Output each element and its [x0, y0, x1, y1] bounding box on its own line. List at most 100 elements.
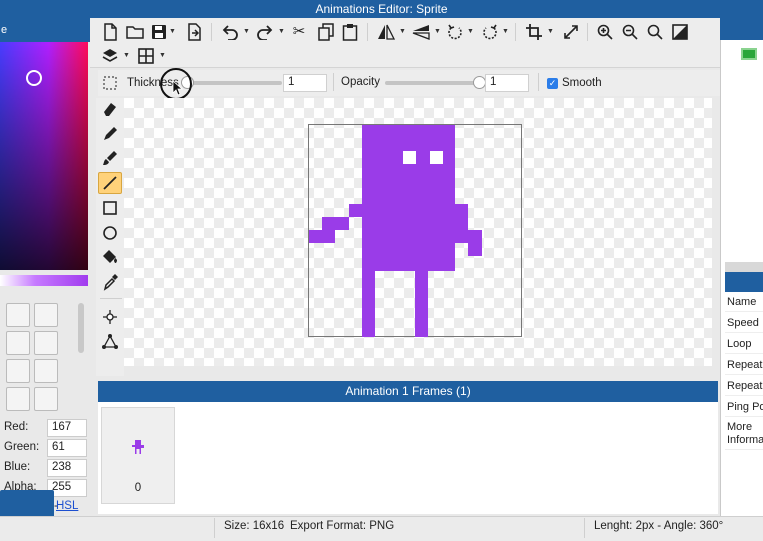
- window-title: Animations Editor: Sprite: [315, 2, 448, 16]
- toolbar-separator: [587, 23, 588, 41]
- property-name[interactable]: Name: [725, 292, 763, 312]
- opacity-field[interactable]: 1: [485, 74, 529, 92]
- property-loop[interactable]: Loop: [725, 334, 763, 354]
- property-more-information[interactable]: More Informa: [725, 418, 763, 450]
- status-export-format: Export Format: PNG: [290, 520, 395, 532]
- flip-horizontal-icon[interactable]: [377, 24, 395, 40]
- sprite-right-forearm: [455, 230, 482, 243]
- options-separator: [538, 73, 539, 91]
- shape-points-icon[interactable]: [100, 332, 120, 352]
- frames-panel-title: Animation 1 Frames (1): [345, 384, 471, 398]
- copy-icon[interactable]: [318, 23, 334, 41]
- invert-icon[interactable]: [672, 24, 688, 40]
- frames-panel-header: Animation 1 Frames (1): [98, 381, 718, 402]
- undo-dropdown-caret-icon[interactable]: ▼: [243, 28, 250, 35]
- sprite-bounds[interactable]: [308, 124, 522, 337]
- rotate-right-icon[interactable]: [482, 24, 498, 40]
- pencil-icon[interactable]: [100, 124, 120, 144]
- frame-index-label: 0: [134, 482, 142, 494]
- color-swatch[interactable]: [34, 331, 58, 355]
- panel-divider: [725, 262, 763, 272]
- thickness-slider-track[interactable]: [182, 81, 282, 85]
- flip-vertical-icon[interactable]: [412, 24, 430, 40]
- flip-horizontal-caret-icon[interactable]: ▼: [399, 28, 406, 35]
- rectangle-icon[interactable]: [100, 198, 120, 218]
- toolbar-separator: [367, 23, 368, 41]
- color-swatch[interactable]: [6, 387, 30, 411]
- grid-caret-icon[interactable]: ▼: [159, 52, 166, 59]
- color-swatch[interactable]: [34, 359, 58, 383]
- crop-caret-icon[interactable]: ▼: [547, 28, 554, 35]
- swatch-scrollbar[interactable]: [78, 303, 84, 353]
- blue-label: Blue:: [4, 461, 31, 473]
- property-repeat-2[interactable]: Repeat: [725, 376, 763, 396]
- sprite-left-eye: [403, 151, 416, 164]
- green-field[interactable]: 61: [47, 439, 87, 457]
- red-field[interactable]: 167: [47, 419, 87, 437]
- color-saturation-field[interactable]: [0, 42, 88, 270]
- eyedropper-icon[interactable]: [100, 272, 120, 292]
- color-picker-handle[interactable]: [26, 70, 42, 86]
- color-swatch[interactable]: [6, 331, 30, 355]
- ellipse-icon[interactable]: [100, 223, 120, 243]
- layers-caret-icon[interactable]: ▼: [123, 52, 130, 59]
- layer-thumbnail[interactable]: [741, 48, 757, 60]
- sprite-right-hand: [468, 243, 482, 256]
- sprite-right-shoulder: [429, 204, 455, 217]
- save-dropdown-caret-icon[interactable]: ▼: [169, 28, 176, 35]
- selection-icon[interactable]: [103, 76, 117, 90]
- window-title-bar: Animations Editor: Sprite: [0, 0, 763, 18]
- property-speed[interactable]: Speed: [725, 313, 763, 333]
- color-swatch[interactable]: [34, 303, 58, 327]
- hue-strip[interactable]: [0, 275, 88, 286]
- property-repeat[interactable]: Repeat: [725, 355, 763, 375]
- flip-vertical-caret-icon[interactable]: ▼: [434, 28, 441, 35]
- sprite-left-arm: [322, 217, 349, 230]
- frame-sprite-preview: [132, 440, 144, 454]
- thickness-field[interactable]: 1: [283, 74, 327, 92]
- rotate-left-icon[interactable]: [447, 24, 463, 40]
- sprite-left-hand: [309, 230, 335, 243]
- paste-icon[interactable]: [342, 23, 358, 41]
- tools-separator: [100, 298, 122, 299]
- color-swatch[interactable]: [34, 387, 58, 411]
- hsl-mode-link[interactable]: HSL: [56, 500, 78, 512]
- new-file-icon[interactable]: [102, 23, 118, 41]
- line-icon[interactable]: [100, 173, 120, 193]
- export-icon[interactable]: [186, 23, 202, 41]
- resize-icon[interactable]: [563, 24, 579, 40]
- rotate-left-caret-icon[interactable]: ▼: [467, 28, 474, 35]
- status-separator: [214, 518, 215, 538]
- brush-icon[interactable]: [100, 148, 120, 168]
- eraser-icon[interactable]: [100, 99, 120, 119]
- green-label: Green:: [4, 441, 40, 453]
- redo-icon[interactable]: [256, 24, 274, 40]
- layers-icon[interactable]: [102, 48, 118, 64]
- toolbar-separator: [211, 23, 212, 41]
- fill-bucket-icon[interactable]: [100, 247, 120, 267]
- red-label: Red:: [4, 421, 29, 433]
- open-folder-icon[interactable]: [126, 24, 144, 40]
- zoom-in-icon[interactable]: [597, 24, 613, 40]
- cut-icon[interactable]: ✂: [291, 24, 307, 40]
- save-icon[interactable]: [151, 24, 167, 40]
- color-panel-header: e: [0, 18, 90, 42]
- undo-icon[interactable]: [221, 24, 239, 40]
- sprite-left-shoulder: [349, 204, 362, 217]
- color-swatch[interactable]: [6, 303, 30, 327]
- opacity-slider-track[interactable]: [385, 81, 485, 85]
- color-panel-header-label: e: [1, 24, 8, 36]
- mouse-cursor-icon: [172, 80, 184, 96]
- redo-dropdown-caret-icon[interactable]: ▼: [278, 28, 285, 35]
- property-ping-pong[interactable]: Ping Po: [725, 397, 763, 417]
- smooth-checkbox[interactable]: ✓: [547, 78, 558, 89]
- move-point-icon[interactable]: [100, 307, 120, 327]
- grid-icon[interactable]: [138, 48, 154, 64]
- zoom-fit-icon[interactable]: [647, 24, 663, 40]
- rotate-right-caret-icon[interactable]: ▼: [502, 28, 509, 35]
- crop-icon[interactable]: [526, 24, 542, 40]
- blue-field[interactable]: 238: [47, 459, 87, 477]
- zoom-out-icon[interactable]: [622, 24, 638, 40]
- color-swatch[interactable]: [6, 359, 30, 383]
- sprite-right-eye: [430, 151, 443, 164]
